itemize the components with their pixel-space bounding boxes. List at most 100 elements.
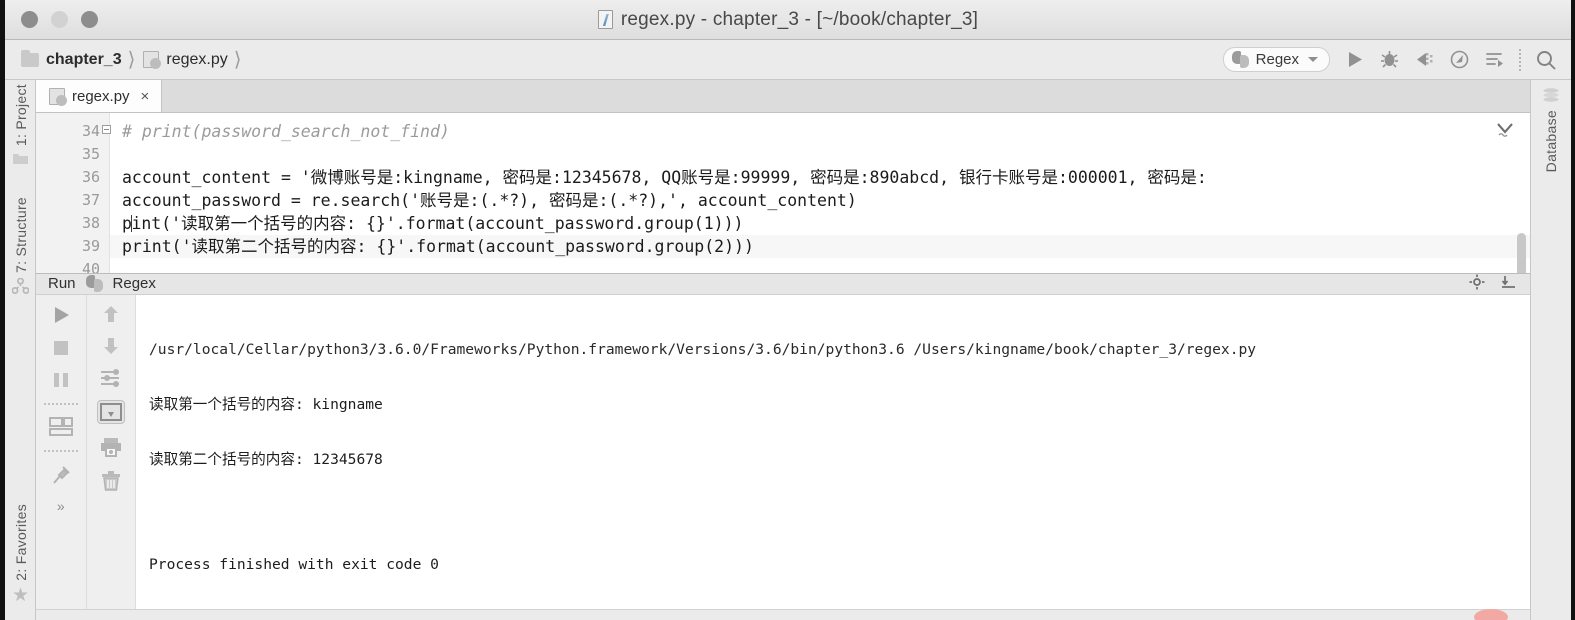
navigation-toolbar: chapter_3 ⟩ regex.py ⟩ Regex xyxy=(5,40,1571,80)
run-panel-title: Run xyxy=(48,275,76,293)
code-area[interactable]: # print(password_search_not_find) accoun… xyxy=(110,113,1530,273)
breadcrumb-label: regex.py xyxy=(166,50,228,68)
code-line: account_content = '微博账号是:kingname, 密码是:1… xyxy=(122,168,1207,187)
run-header-actions xyxy=(1469,274,1516,294)
layout-button[interactable] xyxy=(48,417,73,437)
breadcrumb-separator: ⟩ xyxy=(127,49,136,71)
search-icon[interactable] xyxy=(1535,49,1557,71)
sidebar-item-database[interactable]: Database xyxy=(1543,110,1559,172)
console-line: /usr/local/Cellar/python3/3.6.0/Framewor… xyxy=(149,341,1257,359)
pycharm-window: regex.py - chapter_3 - [~/book/chapter_3… xyxy=(0,0,1575,620)
arrow-down-icon[interactable] xyxy=(101,336,121,356)
run-button[interactable] xyxy=(1344,49,1365,70)
pin-icon[interactable] xyxy=(50,464,72,486)
maximize-window-button[interactable] xyxy=(81,11,98,28)
folder-icon xyxy=(21,49,39,67)
run-configuration-label: Regex xyxy=(1255,51,1299,68)
toolbar-actions: Regex xyxy=(1222,47,1557,72)
minimize-icon[interactable] xyxy=(1501,274,1516,293)
left-tool-rail: 1: Project 7: Structure 2: Favorites ★ xyxy=(5,80,36,620)
line-number: 39 xyxy=(81,237,100,255)
code-line: print('读取第二个括号的内容: {}'.format(account_pa… xyxy=(110,235,1530,258)
debug-button[interactable] xyxy=(1379,49,1400,70)
line-number: 34 xyxy=(81,122,100,140)
main-body: 1: Project 7: Structure 2: Favorites ★ r… xyxy=(5,80,1571,620)
toolbar-divider xyxy=(1519,48,1521,71)
line-number: 40 xyxy=(81,260,100,273)
notification-blob xyxy=(1474,608,1508,620)
printer-icon[interactable] xyxy=(100,436,122,458)
breadcrumb-label: chapter_3 xyxy=(46,50,122,68)
python-file-icon xyxy=(143,51,162,69)
chevron-down-icon[interactable] xyxy=(1308,57,1318,62)
breadcrumb-item-chapter3[interactable]: chapter_3 xyxy=(21,49,122,69)
console-output[interactable]: /usr/local/Cellar/python3/3.6.0/Framewor… xyxy=(136,295,1530,609)
window-title-group: regex.py - chapter_3 - [~/book/chapter_3… xyxy=(5,9,1571,31)
sidebar-item-label: 1: Project xyxy=(12,84,29,147)
console-line: 读取第一个括号的内容: kingname xyxy=(149,396,383,414)
run-toolbar-left-column: » xyxy=(36,295,86,609)
right-tool-rail: Database xyxy=(1530,80,1571,620)
breadcrumb-item-regexpy[interactable]: regex.py xyxy=(143,50,228,69)
profile-button[interactable] xyxy=(1449,49,1470,70)
sidebar-item-label: 2: Favorites xyxy=(12,504,29,581)
code-line: # print(password_search_not_find) xyxy=(122,122,450,141)
close-window-button[interactable] xyxy=(21,11,38,28)
sidebar-item-label: 7: Structure xyxy=(12,197,29,274)
settings-sliders-icon[interactable] xyxy=(99,368,123,388)
title-bar: regex.py - chapter_3 - [~/book/chapter_3… xyxy=(5,0,1571,40)
rerun-button[interactable] xyxy=(50,304,72,326)
run-toolbar-right-column xyxy=(85,295,136,610)
run-toolbar: » xyxy=(36,295,136,610)
console-line: 读取第二个括号的内容: 12345678 xyxy=(149,451,383,469)
editor-tab-bar: regex.py × xyxy=(36,80,1530,113)
line-number-gutter[interactable]: 34 35 36 37 38 39 40 xyxy=(36,113,111,273)
code-line: account_password = re.search('账号是:(.*?),… xyxy=(122,191,857,210)
sidebar-item-structure[interactable]: 7: Structure xyxy=(5,197,37,299)
editor-scrollbar-thumb[interactable] xyxy=(1517,233,1526,273)
run-tool-window-header: Run Regex xyxy=(36,272,1530,296)
coverage-button[interactable] xyxy=(1414,49,1435,70)
code-editor[interactable]: 34 35 36 37 38 39 40 # print(password_se… xyxy=(36,113,1530,273)
line-number: 38 xyxy=(81,214,100,232)
sidebar-item-favorites[interactable]: 2: Favorites ★ xyxy=(5,504,37,605)
editor-and-console: regex.py × 34 35 36 37 38 39 40 # print(… xyxy=(36,80,1530,620)
sidebar-item-project[interactable]: 1: Project xyxy=(5,84,37,170)
editor-inspection-widget[interactable] xyxy=(1495,121,1515,142)
run-config-tab-label[interactable]: Regex xyxy=(113,275,156,292)
run-tool-window-body: » /usr/local/Cellar/python3/3.6.0/Framew… xyxy=(36,295,1530,610)
python-file-icon xyxy=(49,87,67,106)
pause-button[interactable] xyxy=(51,370,71,390)
left-rail-top-group: 1: Project 7: Structure xyxy=(5,84,36,308)
structure-icon xyxy=(11,277,30,299)
arrow-up-icon[interactable] xyxy=(101,304,121,324)
code-text-after-caret: int('读取第一个括号的内容: {}'.format(account_pass… xyxy=(131,214,744,233)
tab-label: regex.py xyxy=(72,87,130,105)
run-configuration-selector[interactable]: Regex xyxy=(1222,47,1330,72)
chevrons-icon[interactable]: » xyxy=(57,498,65,514)
window-title: regex.py - chapter_3 - [~/book/chapter_3… xyxy=(620,8,979,30)
edit-config-button[interactable] xyxy=(1484,49,1505,70)
status-bar xyxy=(36,608,1530,620)
python-logo-icon xyxy=(1231,51,1249,68)
close-icon[interactable]: × xyxy=(141,88,150,105)
inspection-check-icon[interactable] xyxy=(1495,121,1515,142)
code-line-with-caret: pint('读取第一个括号的内容: {}'.format(account_pas… xyxy=(110,212,1530,235)
database-icon xyxy=(1542,88,1560,103)
breadcrumb: chapter_3 ⟩ regex.py ⟩ xyxy=(21,47,248,72)
line-number: 36 xyxy=(81,168,100,186)
tab-bar-filler xyxy=(162,80,1530,112)
console-line: Process finished with exit code 0 xyxy=(149,556,439,574)
window-controls[interactable] xyxy=(21,11,98,28)
line-number: 35 xyxy=(81,145,100,163)
wrap-icon[interactable] xyxy=(96,400,125,425)
minimize-window-button[interactable] xyxy=(51,11,68,28)
gear-icon[interactable] xyxy=(1469,274,1485,294)
trash-icon[interactable] xyxy=(100,470,122,492)
stop-button[interactable] xyxy=(51,338,71,358)
tab-regex-py[interactable]: regex.py × xyxy=(36,80,163,112)
toolbar-separator xyxy=(43,450,78,453)
